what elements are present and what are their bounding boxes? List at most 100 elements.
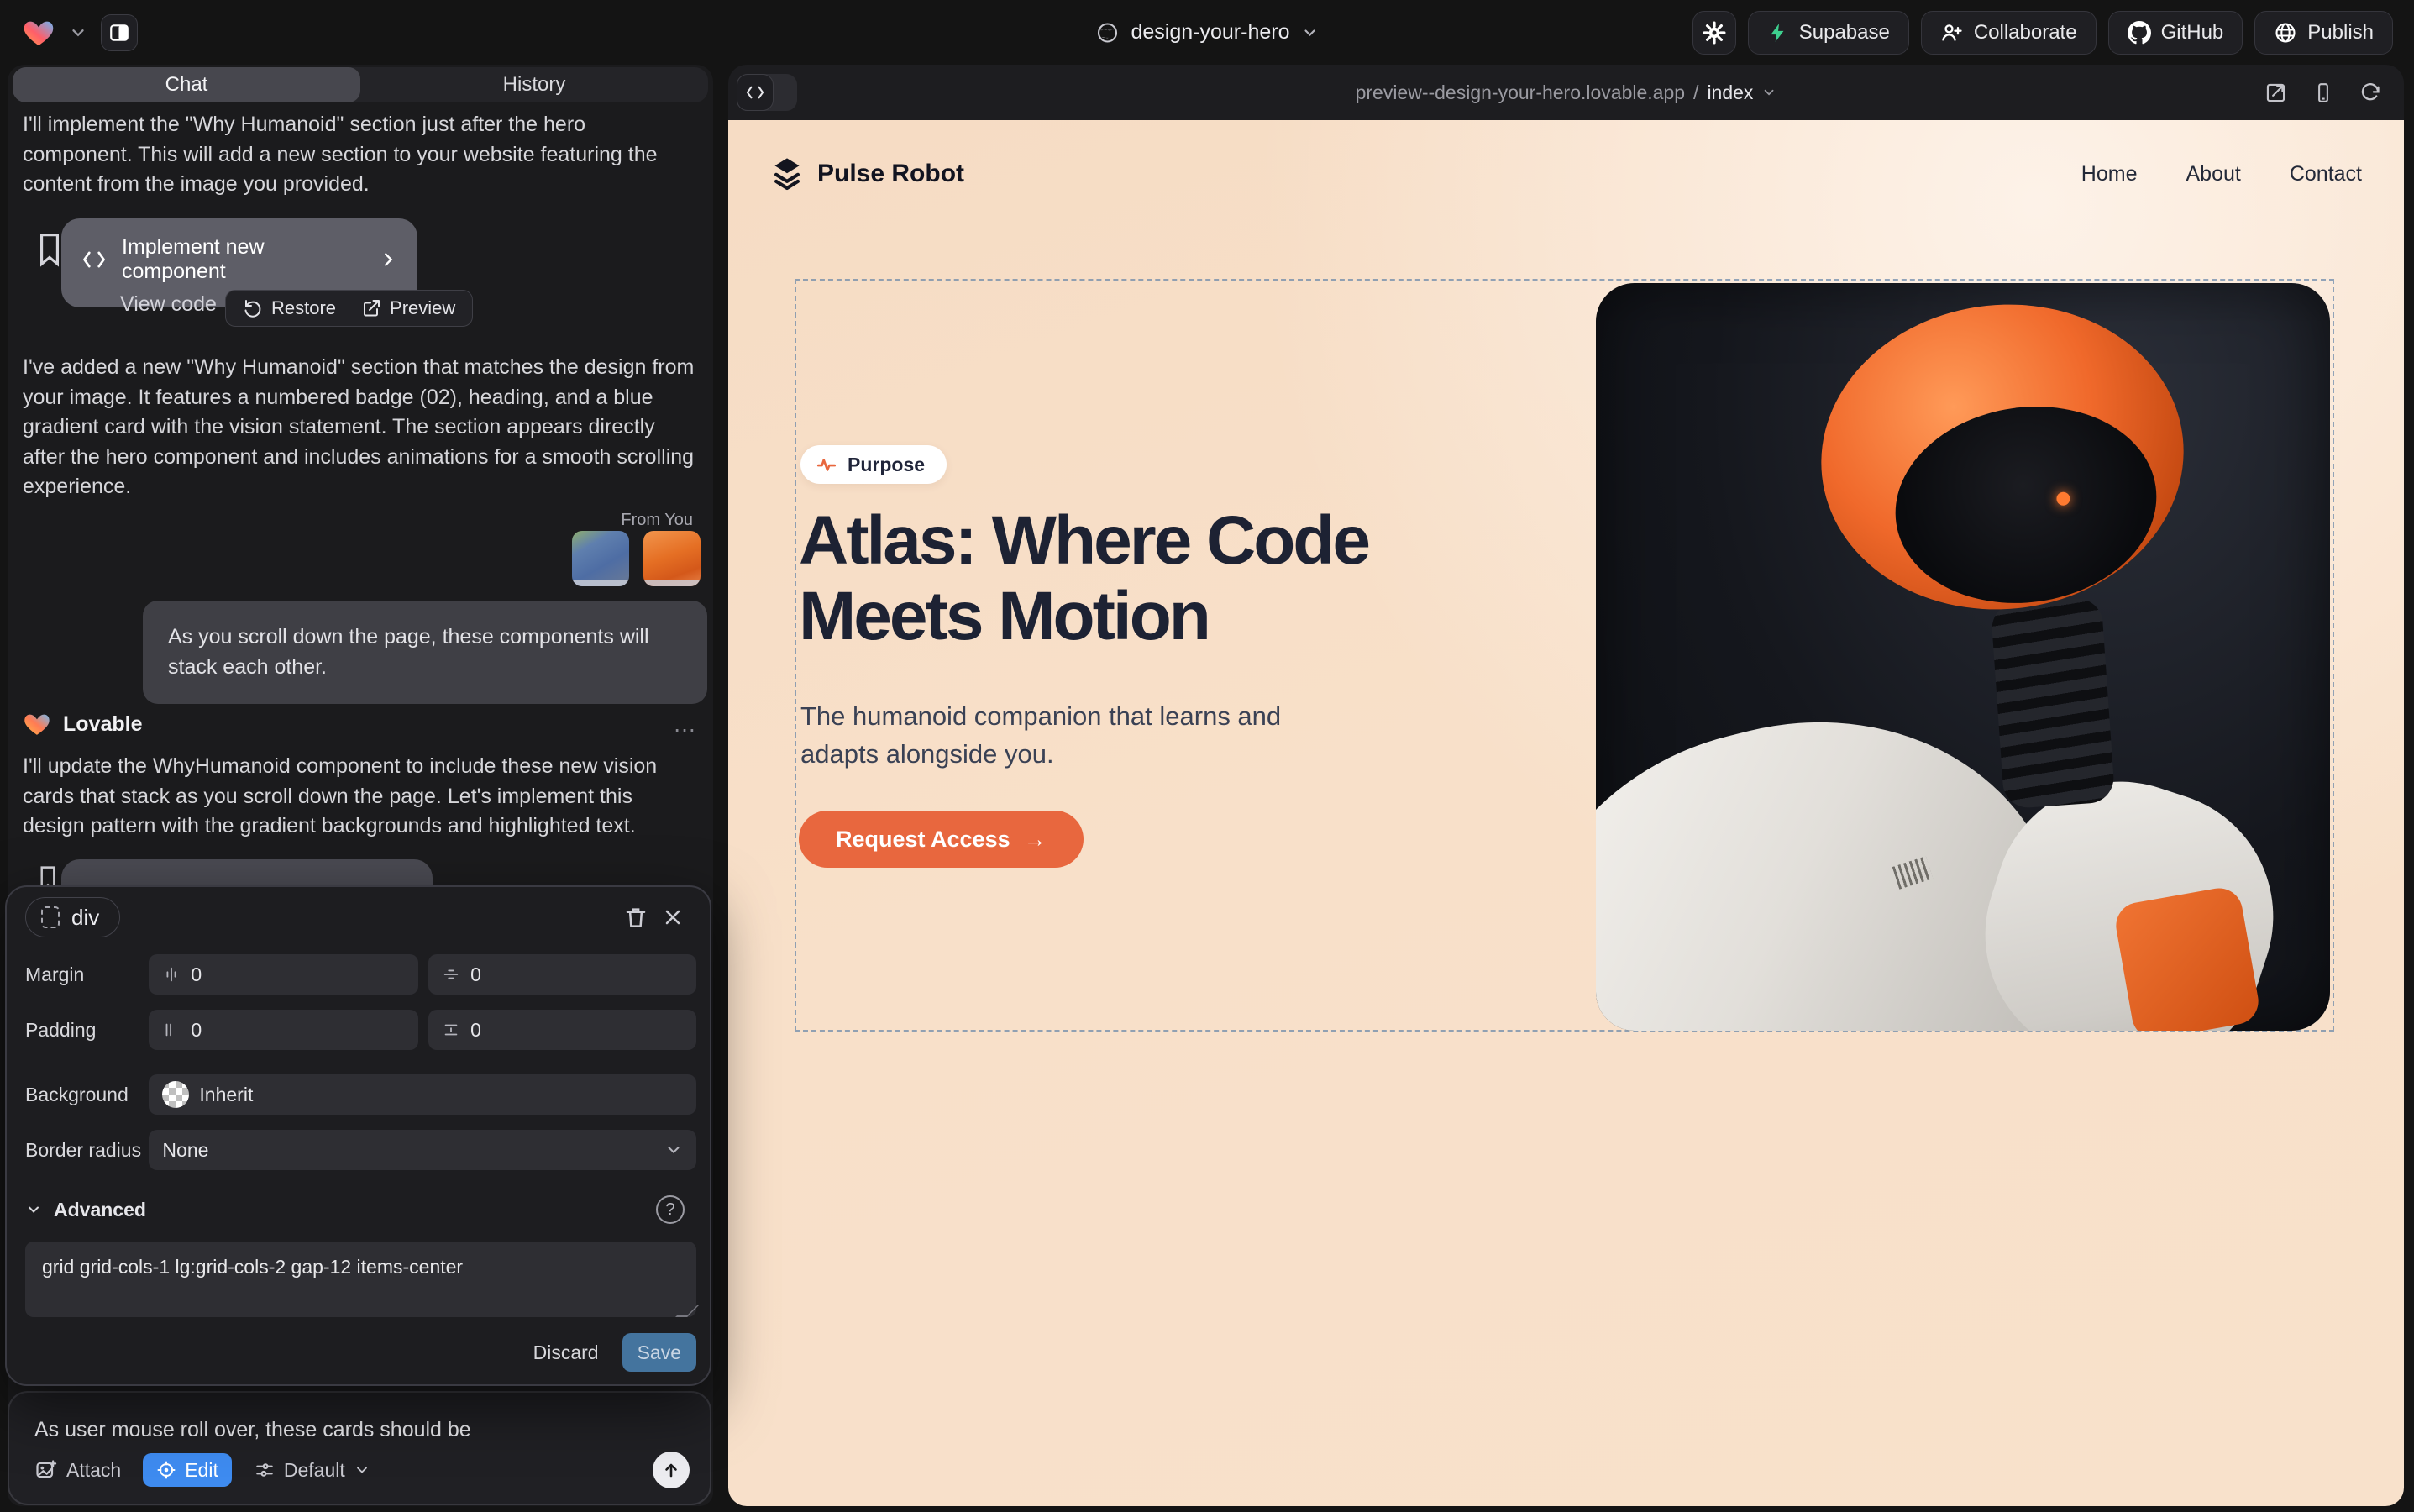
hero-robot-image: [1596, 283, 2330, 1031]
border-radius-value: None: [162, 1139, 208, 1162]
version-hover-toolbar: Restore Preview: [225, 290, 473, 327]
assistant-header: Lovable …: [23, 710, 698, 738]
assistant-message: I've added a new "Why Humanoid" section …: [23, 353, 700, 502]
preview-url-page: index: [1707, 81, 1753, 104]
pulse-icon: [816, 454, 837, 475]
padding-x-field[interactable]: [149, 1010, 418, 1050]
gear-icon: [1702, 20, 1727, 45]
dashed-element-icon: [41, 906, 60, 928]
save-button[interactable]: Save: [622, 1333, 696, 1372]
edit-mode-button[interactable]: Edit: [143, 1453, 232, 1487]
nav-link-contact[interactable]: Contact: [2290, 162, 2362, 186]
mode-select[interactable]: Default: [254, 1459, 370, 1482]
site-brand[interactable]: Pulse Robot: [770, 156, 964, 192]
attach-image-icon: [34, 1458, 58, 1482]
preview-url-host: preview--design-your-hero.lovable.app: [1356, 81, 1685, 104]
margin-x-icon: [162, 965, 181, 984]
mobile-view-icon[interactable]: [2312, 81, 2334, 104]
supabase-button[interactable]: Supabase: [1748, 11, 1909, 55]
hero-subheading: The humanoid companion that learns and a…: [800, 698, 1355, 774]
lovable-logo-icon[interactable]: [22, 16, 55, 50]
assistant-name: Lovable: [63, 712, 142, 737]
lovable-heart-icon: [23, 710, 51, 738]
app-topbar: design-your-hero Supabase Collaborate: [0, 0, 2414, 65]
restore-button[interactable]: Restore: [243, 297, 336, 319]
advanced-section-toggle[interactable]: Advanced ?: [25, 1191, 685, 1228]
open-in-new-tab-icon[interactable]: [2264, 81, 2287, 104]
transparency-swatch-icon: [162, 1081, 189, 1108]
chevron-down-icon: [1761, 85, 1776, 100]
site-brand-name: Pulse Robot: [817, 160, 964, 188]
code-toggle-icon: [737, 74, 774, 111]
nav-link-about[interactable]: About: [2186, 162, 2240, 186]
purpose-badge-label: Purpose: [848, 454, 925, 476]
purpose-badge: Purpose: [800, 445, 947, 484]
supabase-bolt-icon: [1767, 22, 1789, 44]
tailwind-classes-textarea[interactable]: grid grid-cols-1 lg:grid-cols-2 gap-12 i…: [25, 1242, 696, 1317]
project-chevron-down-icon: [1302, 24, 1319, 41]
code-preview-toggle[interactable]: [737, 74, 797, 111]
robot-neck: [1991, 597, 2116, 810]
border-radius-select[interactable]: None: [149, 1130, 696, 1170]
settings-button[interactable]: [1692, 11, 1736, 55]
selected-element-pill[interactable]: div: [25, 897, 120, 937]
preview-button[interactable]: Preview: [361, 297, 455, 319]
supabase-label: Supabase: [1799, 21, 1890, 45]
project-name: design-your-hero: [1131, 20, 1290, 45]
publish-label: Publish: [2307, 21, 2374, 45]
github-icon: [2128, 21, 2151, 45]
chevron-down-icon: [664, 1141, 683, 1159]
tab-chat[interactable]: Chat: [13, 67, 360, 102]
publish-button[interactable]: Publish: [2254, 11, 2393, 55]
toggle-sidebar-button[interactable]: [101, 14, 138, 51]
chat-composer: As user mouse roll over, these cards sho…: [8, 1391, 711, 1505]
preview-url-bar[interactable]: preview--design-your-hero.lovable.app / …: [1356, 65, 1777, 120]
delete-element-button[interactable]: [617, 899, 654, 936]
collaborate-button[interactable]: Collaborate: [1921, 11, 2097, 55]
background-field[interactable]: Inherit: [149, 1074, 696, 1115]
attachment-thumbnail-orange[interactable]: [643, 531, 701, 586]
message-menu-button[interactable]: …: [673, 711, 698, 738]
preview-topbar: preview--design-your-hero.lovable.app / …: [728, 65, 2404, 120]
project-switcher[interactable]: design-your-hero: [1096, 0, 1319, 65]
margin-label: Margin: [25, 963, 149, 986]
refresh-icon[interactable]: [2359, 81, 2382, 104]
tab-history[interactable]: History: [360, 67, 708, 102]
padding-y-icon: [442, 1021, 460, 1039]
nav-link-home[interactable]: Home: [2081, 162, 2138, 186]
margin-y-field[interactable]: [428, 954, 696, 995]
assistant-message: I'll update the WhyHumanoid component to…: [23, 752, 700, 842]
element-tag: div: [71, 905, 99, 931]
preview-label: Preview: [390, 297, 455, 319]
margin-x-input[interactable]: [191, 963, 405, 986]
attach-button[interactable]: Attach: [34, 1458, 121, 1482]
publish-globe-icon: [2274, 21, 2297, 45]
code-icon: [81, 249, 107, 270]
site-nav: Home About Contact: [2081, 162, 2362, 186]
logo-chevron-down-icon[interactable]: [69, 24, 87, 42]
external-link-icon: [361, 298, 381, 318]
request-access-button[interactable]: Request Access →: [799, 811, 1084, 868]
project-globe-icon: [1096, 21, 1120, 45]
edit-label: Edit: [185, 1459, 218, 1482]
github-label: GitHub: [2161, 21, 2224, 45]
github-button[interactable]: GitHub: [2108, 11, 2243, 55]
from-you-label: From You: [621, 511, 693, 530]
margin-y-input[interactable]: [470, 963, 683, 986]
send-button[interactable]: [653, 1452, 690, 1488]
padding-y-field[interactable]: [428, 1010, 696, 1050]
padding-label: Padding: [25, 1019, 149, 1042]
element-inspector-panel: div Margin Padding: [5, 885, 711, 1386]
discard-button[interactable]: Discard: [533, 1341, 599, 1364]
attachment-thumbnail-blue[interactable]: [572, 531, 629, 586]
close-inspector-button[interactable]: [654, 899, 691, 936]
chat-input[interactable]: As user mouse roll over, these cards sho…: [34, 1418, 685, 1442]
chevron-right-icon: [379, 249, 397, 270]
padding-x-input[interactable]: [191, 1019, 405, 1042]
help-icon[interactable]: ?: [656, 1195, 685, 1224]
sliders-icon: [254, 1459, 276, 1481]
padding-y-input[interactable]: [470, 1019, 683, 1042]
preview-url-divider: /: [1693, 81, 1698, 104]
margin-x-field[interactable]: [149, 954, 418, 995]
layers-logo-icon: [770, 156, 804, 192]
